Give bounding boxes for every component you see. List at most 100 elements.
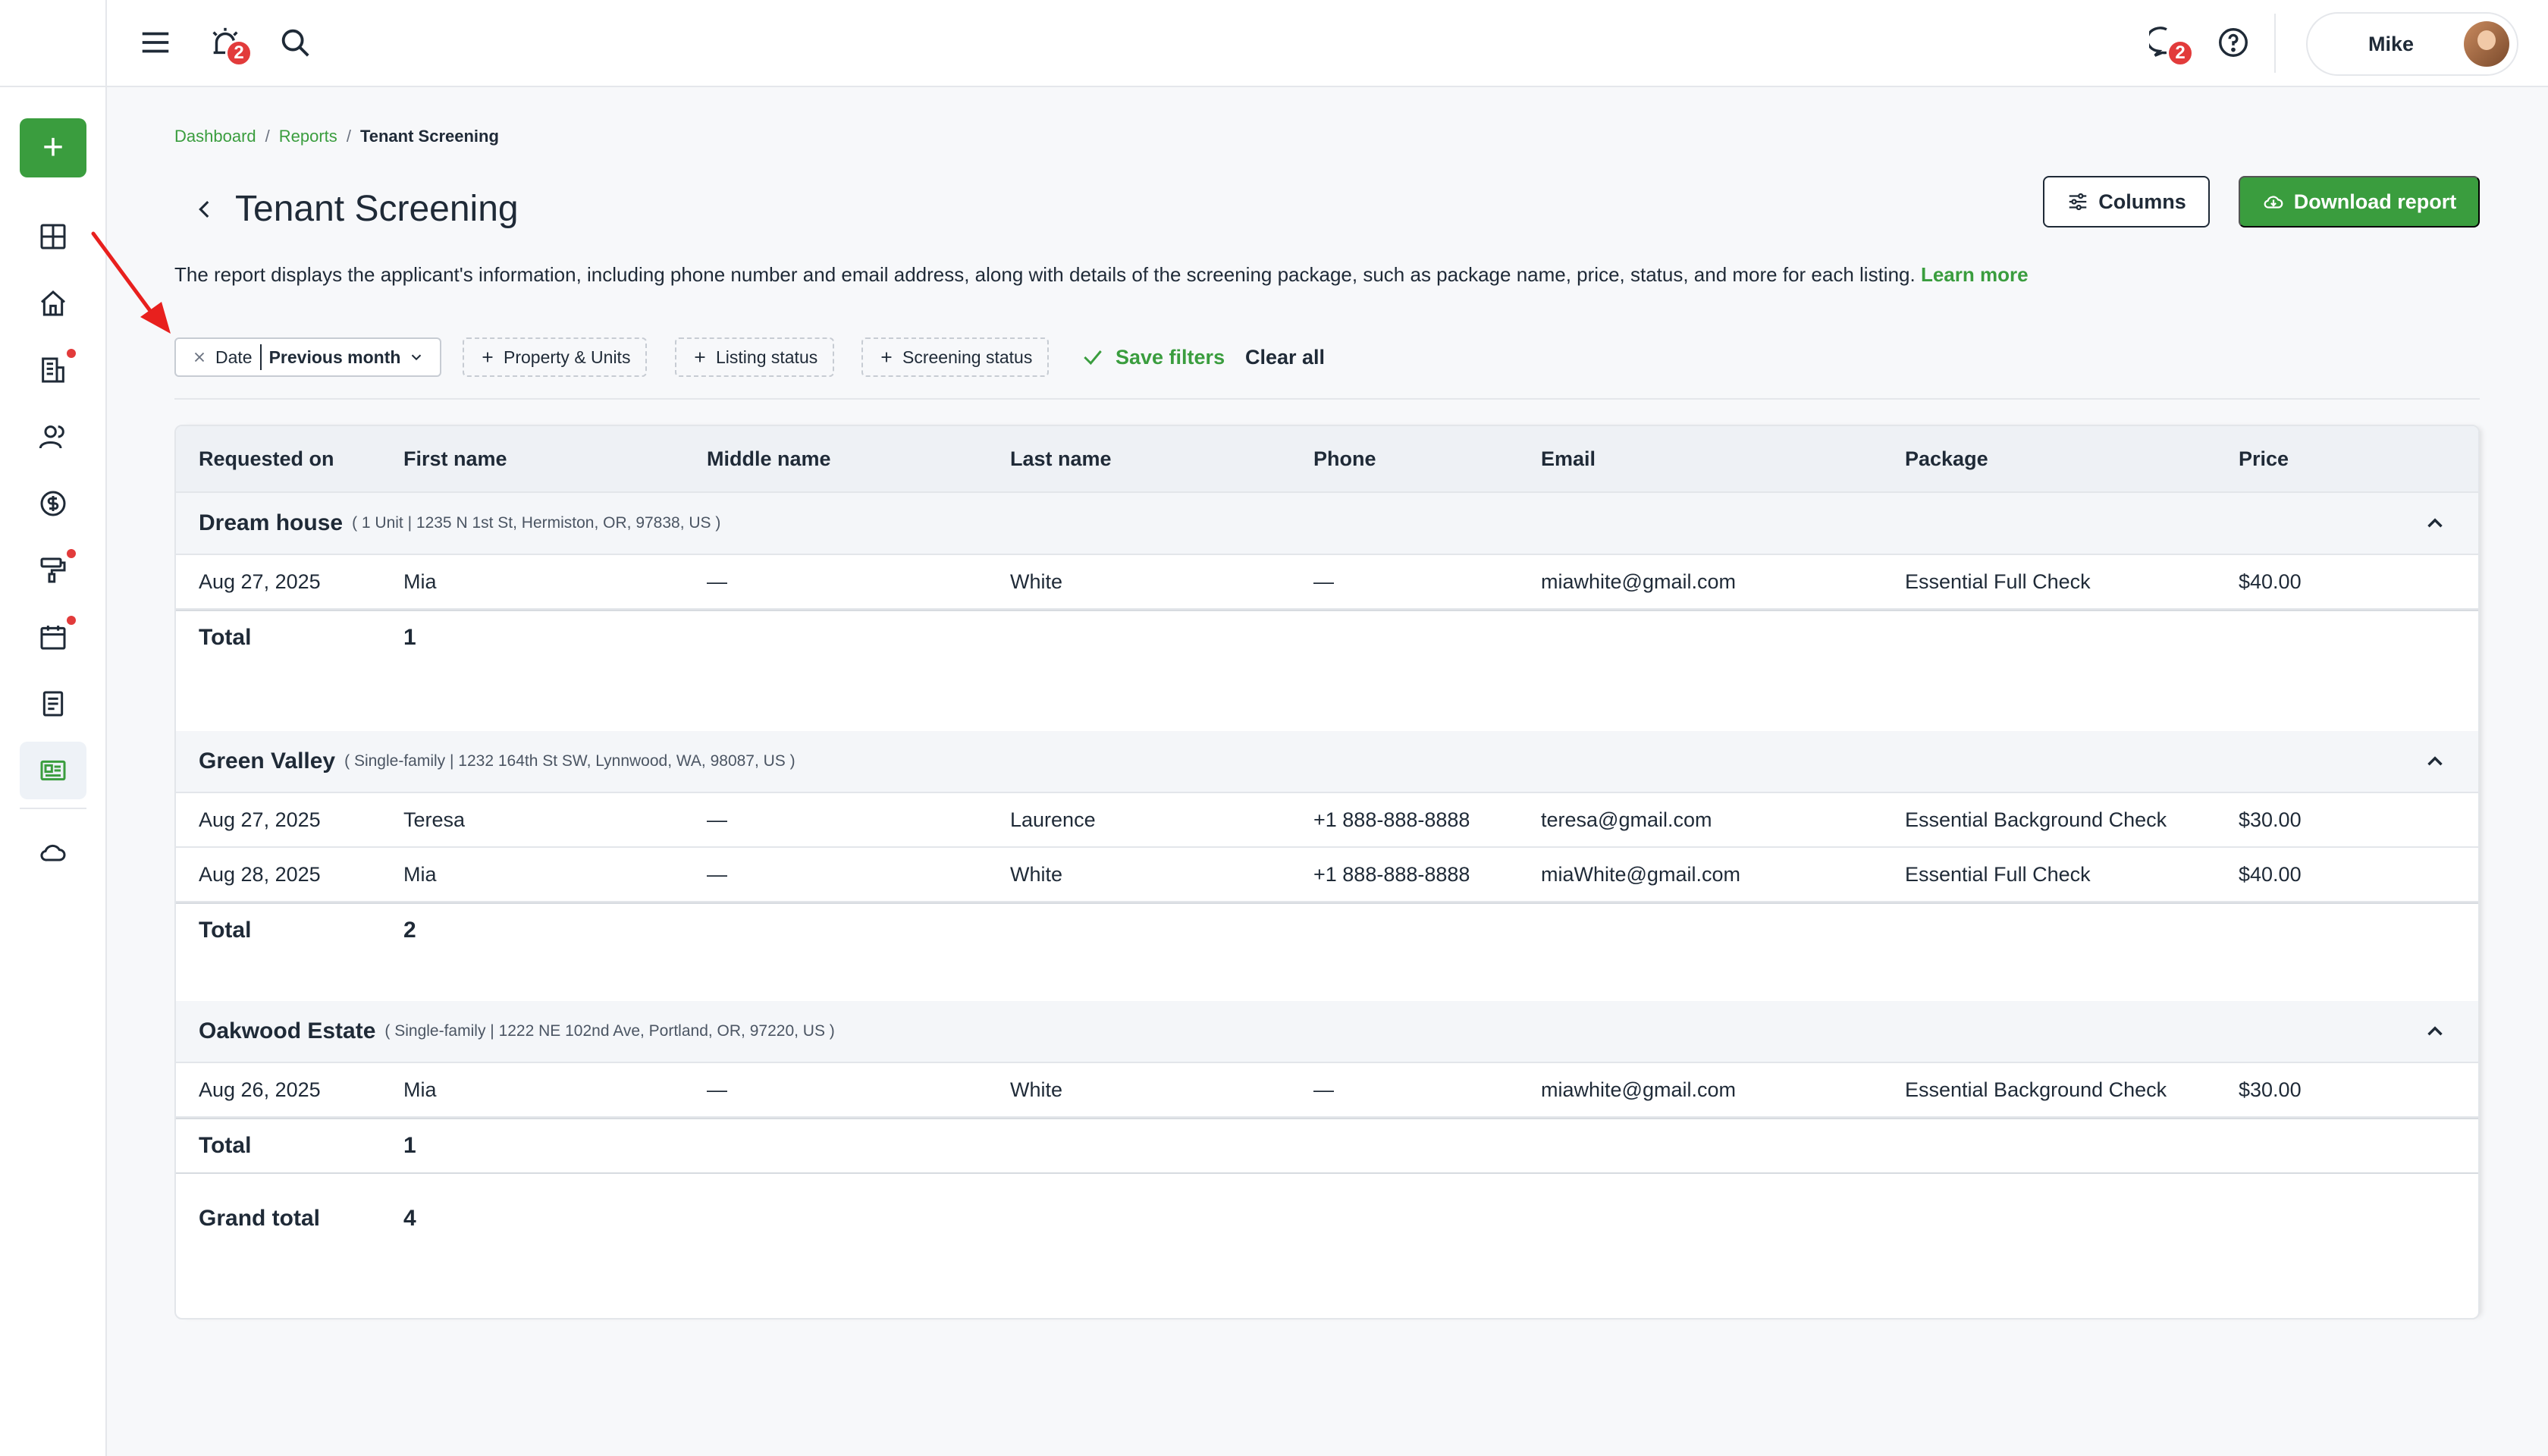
group-total-row: Total 1 <box>176 1118 2478 1172</box>
page-title: Tenant Screening <box>235 189 519 229</box>
sidebar-item-calendar[interactable] <box>20 608 86 666</box>
close-icon[interactable] <box>191 349 208 366</box>
listing-status-filter[interactable]: Listing status <box>675 337 835 377</box>
col-middle-name-cell: — <box>707 570 727 593</box>
sidebar-item-accounting[interactable] <box>20 475 86 532</box>
sidebar-divider <box>20 808 86 809</box>
col-requested-on-header[interactable]: Requested on <box>199 426 334 491</box>
screening-status-label: Screening status <box>902 347 1033 367</box>
grand-total-label: Grand total <box>199 1206 321 1231</box>
group-name: Green Valley <box>199 748 336 774</box>
menu-button[interactable] <box>134 21 177 64</box>
col-package-cell: Essential Background Check <box>1905 1078 2167 1101</box>
collapse-group-button[interactable] <box>2422 731 2448 792</box>
help-button[interactable] <box>2212 21 2255 64</box>
sliders-icon <box>2069 193 2087 211</box>
user-menu[interactable]: Mike <box>2306 12 2518 76</box>
back-button[interactable] <box>185 190 224 229</box>
sidebar-item-maintenance[interactable] <box>20 541 86 599</box>
group-header[interactable]: Dream house ( 1 Unit | 1235 N 1st St, Her… <box>176 493 2478 555</box>
topbar-divider <box>2274 14 2276 73</box>
plus-icon <box>695 352 705 362</box>
total-label: Total <box>199 1133 252 1158</box>
checkmark-icon <box>1084 350 1102 366</box>
group-header[interactable]: Oakwood Estate ( Single-family | 1222 NE … <box>176 1001 2478 1063</box>
top-bar: 2 2 Mike <box>107 0 2548 87</box>
chevron-up-icon <box>2427 1026 2443 1036</box>
col-requested-on-cell: Aug 27, 2025 <box>199 570 321 593</box>
download-button-label: Download report <box>2293 190 2457 213</box>
building-icon <box>42 357 64 383</box>
col-price-cell: $30.00 <box>2239 1078 2302 1101</box>
plus-icon: + <box>42 127 64 168</box>
col-email-header[interactable]: Email <box>1541 426 1596 491</box>
dollar-icon <box>40 491 66 516</box>
table-row[interactable]: Aug 26, 2025 Mia — White — miawhite@gmail.com… <box>176 1063 2478 1118</box>
group-header[interactable]: Green Valley ( Single-family | 1232 164th… <box>176 731 2478 793</box>
clear-all-button[interactable]: Clear all <box>1245 337 1325 377</box>
help-icon <box>2219 28 2248 57</box>
collapse-group-button[interactable] <box>2422 493 2448 554</box>
dashboard-grid-icon <box>40 224 66 249</box>
add-new-button[interactable]: + <box>20 118 86 177</box>
messages-button[interactable]: 2 <box>2145 21 2194 67</box>
screening-status-filter[interactable]: Screening status <box>861 337 1050 377</box>
collapse-group-button[interactable] <box>2422 1001 2448 1062</box>
col-phone-cell: — <box>1313 570 1334 593</box>
col-price-header[interactable]: Price <box>2239 426 2289 491</box>
col-package-cell: Essential Background Check <box>1905 808 2167 831</box>
avatar <box>2464 21 2509 67</box>
save-filters-button[interactable]: Save filters <box>1081 337 1225 377</box>
sidebar-item-reports[interactable] <box>20 742 86 799</box>
total-label: Total <box>199 625 252 650</box>
sidebar-item-cloud[interactable] <box>20 824 86 881</box>
filters-bar: Date Previous month Property & Units Lis… <box>174 337 2480 377</box>
breadcrumb-dashboard[interactable]: Dashboard <box>174 127 256 146</box>
col-price-cell: $40.00 <box>2239 570 2302 593</box>
col-requested-on-cell: Aug 27, 2025 <box>199 808 321 831</box>
sidebar-item-people[interactable] <box>20 408 86 466</box>
learn-more-link[interactable]: Learn more <box>1921 263 2029 286</box>
col-package-header[interactable]: Package <box>1905 426 1988 491</box>
col-phone-cell: +1 888-888-8888 <box>1313 862 1470 886</box>
table-row[interactable]: Aug 28, 2025 Mia — White +1 888-888-8888 miaW… <box>176 848 2478 902</box>
col-phone-cell: — <box>1313 1078 1334 1101</box>
col-middle-name-cell: — <box>707 862 727 886</box>
plus-icon <box>482 352 493 362</box>
sidebar-item-dashboard[interactable] <box>20 208 86 265</box>
total-value: 2 <box>403 918 416 943</box>
col-middle-name-cell: — <box>707 1078 727 1101</box>
table-row[interactable]: Aug 27, 2025 Mia — White — miawhite@gmail.com… <box>176 555 2478 610</box>
sidebar-item-rentals[interactable] <box>20 341 86 399</box>
col-phone-header[interactable]: Phone <box>1313 426 1376 491</box>
alerts-button[interactable]: 2 <box>204 21 253 67</box>
total-label: Total <box>199 918 252 943</box>
table-row[interactable]: Aug 27, 2025 Teresa — Laurence +1 888-888-88… <box>176 793 2478 848</box>
date-filter-chip[interactable]: Date Previous month <box>174 337 442 377</box>
sidebar-item-properties[interactable] <box>20 275 86 332</box>
download-report-button[interactable]: Download report <box>2239 176 2480 228</box>
alerts-badge: 2 <box>225 39 253 67</box>
breadcrumb-separator: / <box>265 127 270 146</box>
col-last-name-header[interactable]: Last name <box>1010 426 1112 491</box>
columns-button[interactable]: Columns <box>2043 176 2210 228</box>
messages-badge: 2 <box>2167 39 2194 67</box>
col-middle-name-cell: — <box>707 808 727 831</box>
property-units-filter[interactable]: Property & Units <box>463 337 648 377</box>
breadcrumb-current: Tenant Screening <box>359 127 499 146</box>
sidebar-item-documents[interactable] <box>20 675 86 733</box>
group-address: ( Single-family | 1232 164th St SW, Lynn… <box>344 752 795 770</box>
grand-total-row: Grand total 4 <box>176 1172 2478 1263</box>
col-first-name-header[interactable]: First name <box>403 426 507 491</box>
annotation-arrow <box>91 231 171 334</box>
description-text: The report displays the applicant's info… <box>174 263 1916 286</box>
group-name: Oakwood Estate <box>199 1018 376 1043</box>
search-button[interactable] <box>274 21 316 64</box>
people-icon <box>39 425 64 449</box>
col-price-cell: $30.00 <box>2239 808 2302 831</box>
col-middle-name-header[interactable]: Middle name <box>707 426 831 491</box>
notification-dot <box>67 349 76 358</box>
col-price-cell: $40.00 <box>2239 862 2302 886</box>
reports-icon <box>40 760 66 781</box>
breadcrumb-reports[interactable]: Reports <box>279 127 337 146</box>
